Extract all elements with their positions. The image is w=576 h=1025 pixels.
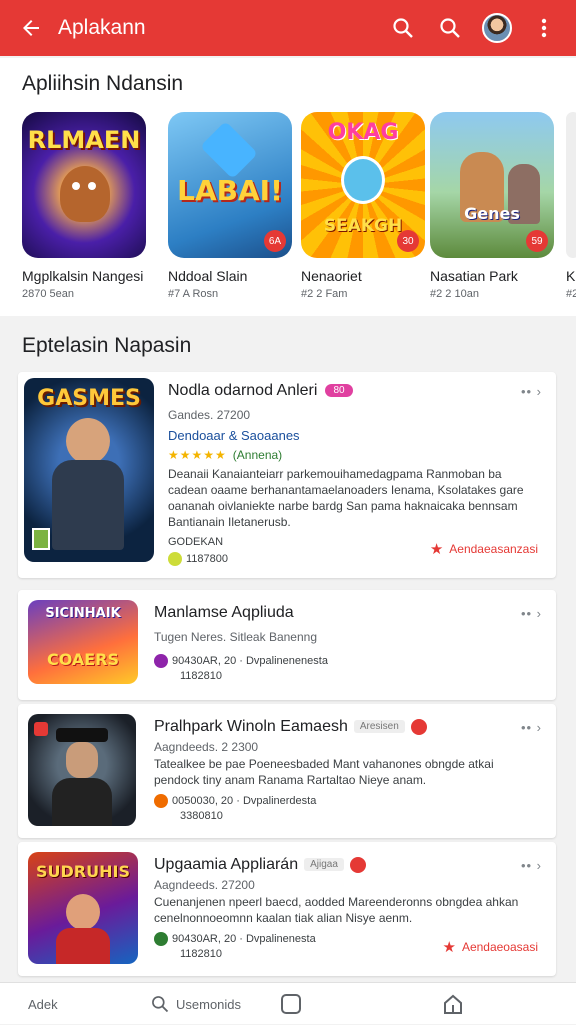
search-icon[interactable] xyxy=(385,10,421,46)
app-footnote: 90430AR, 20 · Dvpalinenenesta xyxy=(154,654,328,668)
dev-icon xyxy=(168,552,182,566)
more-options-icon[interactable]: •• › xyxy=(521,606,542,621)
recommend-button[interactable]: ★ Aendaeasanzasi xyxy=(430,540,538,558)
app-name: K xyxy=(566,268,576,284)
page-title: Aplakann xyxy=(58,16,146,39)
app-list-section: Eptelasin Napasin GASMES Nodla odarnod A… xyxy=(0,322,576,982)
dev-icon xyxy=(154,794,168,808)
app-badge: 59 xyxy=(526,230,548,252)
app-title: Pralhpark Winoln Eamaesh Aresisen xyxy=(154,718,427,736)
app-card[interactable]: SICINHAIK COAERS Manlamse Aqpliuda Tugen… xyxy=(18,590,556,700)
app-name: Nasatian Park xyxy=(430,268,518,284)
app-footnote: 3380810 xyxy=(180,810,223,822)
app-artwork: Genes 59 xyxy=(430,112,554,258)
section-title: Eptelasin Napasin xyxy=(22,334,192,357)
app-artwork: SICINHAIK COAERS xyxy=(28,600,138,684)
app-subtitle: Tugen Neres. Sitleak Banenng xyxy=(154,630,317,644)
app-tag: Ajigaa xyxy=(304,858,344,872)
app-footnote: 0050030, 20 · Dvpalinerdesta xyxy=(154,794,316,808)
featured-carousel: RLMAEN Mgplkalsin Nangesi 2870 5ean LABA… xyxy=(22,112,576,312)
app-name: Mgplkalsin Nangesi xyxy=(22,268,144,284)
featured-section: Apliihsin Ndansin RLMAEN Mgplkalsin Nang… xyxy=(0,58,576,316)
app-pill: 80 xyxy=(325,384,353,398)
app-subtitle: Gandes. 27200 xyxy=(168,408,251,422)
dev-icon xyxy=(154,932,168,946)
more-options-icon[interactable]: •• › xyxy=(521,720,542,735)
featured-app-tile[interactable]: RLMAEN Mgplkalsin Nangesi 2870 5ean xyxy=(22,112,146,300)
app-card[interactable]: GASMES Nodla odarnod Anleri 80 Gandes. 27… xyxy=(18,372,556,578)
app-meta: #7 A Rosn xyxy=(168,288,219,300)
dev-icon xyxy=(154,654,168,668)
back-arrow-icon[interactable] xyxy=(14,11,48,45)
app-description: Cuenanjenen npeerl baecd, aodded Mareend… xyxy=(154,895,519,925)
badge-icon xyxy=(410,718,427,735)
bottom-nav-item[interactable]: Adek xyxy=(28,983,58,1025)
app-meta: 2870 5ean xyxy=(22,288,74,300)
app-title: Nodla odarnod Anleri 80 xyxy=(168,382,353,400)
app-artwork: RLMAEN xyxy=(22,112,146,258)
app-artwork: OKAG SEAKGH 30 xyxy=(301,112,425,258)
app-card[interactable]: SUDRUHIS Upgaamia Appliarán Ajigaa Aagnde… xyxy=(18,842,556,976)
app-meta: #2 2 Fam xyxy=(301,288,348,300)
app-card[interactable]: Pralhpark Winoln Eamaesh Aresisen Aagndee… xyxy=(18,704,556,838)
app-artwork: SUDRUHIS xyxy=(28,852,138,964)
star-icon: ★ xyxy=(429,541,444,558)
bottom-nav: Adek Usemonids xyxy=(0,982,576,1024)
app-description: Deanaii Kanaianteiarr parkemouihamedagpa… xyxy=(168,467,524,529)
app-meta: #2 xyxy=(566,288,576,300)
star-rating-icon: ★★★★★ xyxy=(168,448,227,462)
recommend-button[interactable]: ★ Aendaeoasasi xyxy=(442,938,538,956)
app-category[interactable]: Dendoaar & Saoaanes xyxy=(168,428,300,443)
app-footnote: 1187800 xyxy=(168,552,228,566)
featured-app-tile[interactable]: K #2 xyxy=(566,112,576,300)
app-artwork xyxy=(28,714,136,826)
app-tag: Aresisen xyxy=(353,720,405,734)
app-rating: ★★★★★ (Annena) xyxy=(168,448,283,462)
more-options-icon[interactable]: •• › xyxy=(521,858,542,873)
bottom-nav-search[interactable]: Usemonids xyxy=(150,983,241,1025)
app-badge: 6A xyxy=(264,230,286,252)
more-vert-icon[interactable] xyxy=(526,10,562,46)
app-footnote: 90430AR, 20 · Dvpalinenesta xyxy=(154,932,316,946)
badge-icon xyxy=(349,856,366,873)
app-meta: #2 2 10an xyxy=(430,288,479,300)
app-footnote: 1182810 xyxy=(180,670,223,682)
app-name: Nddoal Slain xyxy=(168,268,248,284)
avatar[interactable] xyxy=(479,10,515,46)
app-description: Tatealkee be pae Poeneesbaded Mant vahan… xyxy=(154,757,494,787)
app-title: Manlamse Aqpliuda xyxy=(154,604,294,621)
search-icon xyxy=(152,996,169,1013)
featured-app-tile[interactable]: Genes 59 Nasatian Park #2 2 10an xyxy=(430,112,554,300)
app-bar: Aplakann xyxy=(0,0,576,56)
app-subtitle: Aagndeeds. 2 2300 xyxy=(154,740,259,754)
search-icon[interactable] xyxy=(432,10,468,46)
home-icon[interactable] xyxy=(442,983,464,1025)
app-name: Nenaoriet xyxy=(301,268,362,284)
star-icon: ★ xyxy=(442,939,456,956)
more-options-icon[interactable]: •• › xyxy=(521,384,542,399)
section-title: Apliihsin Ndansin xyxy=(22,72,184,95)
featured-app-tile[interactable]: LABAI! 6A Nddoal Slain #7 A Rosn xyxy=(168,112,292,300)
app-artwork: GASMES xyxy=(24,378,154,562)
square-icon[interactable] xyxy=(280,983,302,1025)
app-artwork: LABAI! 6A xyxy=(168,112,292,258)
app-footnote: 1182810 xyxy=(180,948,223,960)
app-badge: 30 xyxy=(397,230,419,252)
app-footnote: GODEKAN xyxy=(168,536,224,548)
app-title: Upgaamia Appliarán Ajigaa xyxy=(154,856,366,874)
app-subtitle: Aagndeeds. 27200 xyxy=(154,878,255,892)
featured-app-tile[interactable]: OKAG SEAKGH 30 Nenaoriet #2 2 Fam xyxy=(301,112,425,300)
